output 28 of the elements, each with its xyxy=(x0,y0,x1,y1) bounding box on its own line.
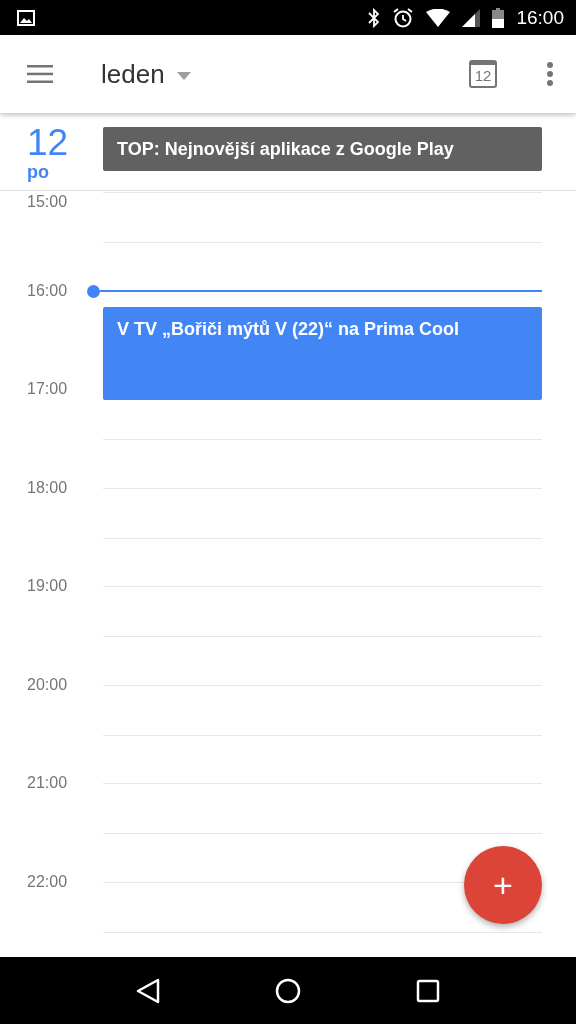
weekday-label: po xyxy=(27,162,50,183)
battery-icon xyxy=(492,7,505,28)
all-day-event[interactable]: TOP: Nejnovější aplikace z Google Play xyxy=(103,127,542,171)
day-number: 12 xyxy=(27,124,70,161)
hour-label: 20:00 xyxy=(26,675,69,694)
hour-label: 22:00 xyxy=(26,872,69,891)
image-icon xyxy=(17,9,35,26)
menu-icon[interactable] xyxy=(27,65,53,83)
event-block[interactable]: V TV „Bořiči mýtů V (22)“ na Prima Cool xyxy=(103,307,542,400)
hour-label: 16:00 xyxy=(26,281,69,300)
back-icon[interactable] xyxy=(135,977,160,1004)
wifi-icon xyxy=(426,8,451,27)
recents-icon[interactable] xyxy=(416,978,441,1003)
alarm-icon xyxy=(392,6,415,29)
today-button[interactable]: 12 xyxy=(469,60,497,88)
signal-icon xyxy=(462,8,481,27)
month-title[interactable]: leden xyxy=(101,58,165,90)
hour-label: 17:00 xyxy=(26,380,69,398)
clock-time: 16:00 xyxy=(516,6,564,29)
more-icon[interactable] xyxy=(547,62,553,86)
hour-label: 15:00 xyxy=(26,193,69,211)
hour-label: 19:00 xyxy=(26,577,69,595)
caret-icon[interactable] xyxy=(176,72,191,80)
add-event-button[interactable]: + xyxy=(464,846,542,924)
bluetooth-icon xyxy=(368,7,381,28)
hour-label: 18:00 xyxy=(26,478,69,497)
home-icon[interactable] xyxy=(275,977,301,1004)
hour-label: 21:00 xyxy=(26,774,69,792)
